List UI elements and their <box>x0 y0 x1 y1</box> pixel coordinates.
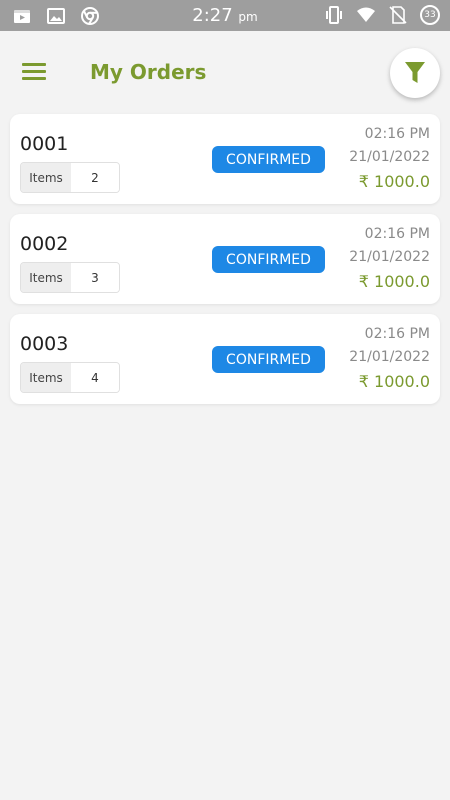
items-count-box: Items 2 <box>20 162 120 193</box>
order-id: 0001 <box>20 133 69 155</box>
battery-level: 33 <box>424 10 436 20</box>
status-badge: CONFIRMED <box>212 246 325 273</box>
order-list: 0001 Items 2 CONFIRMED 02:16 PM 21/01/20… <box>10 114 440 414</box>
filter-button[interactable] <box>390 48 440 98</box>
battery-icon: 33 <box>420 5 440 25</box>
items-count: 4 <box>71 363 119 392</box>
hamburger-icon[interactable] <box>22 61 48 83</box>
order-card[interactable]: 0003 Items 4 CONFIRMED 02:16 PM 21/01/20… <box>10 314 440 404</box>
items-count-box: Items 3 <box>20 262 120 293</box>
order-id: 0002 <box>20 233 69 255</box>
order-time: 02:16 PM <box>364 226 430 242</box>
items-count-box: Items 4 <box>20 362 120 393</box>
order-amount: ₹ 1000.0 <box>358 272 430 291</box>
no-sim-icon <box>389 6 407 24</box>
order-amount: ₹ 1000.0 <box>358 372 430 391</box>
items-label: Items <box>21 263 71 292</box>
order-date: 21/01/2022 <box>349 349 430 365</box>
status-time-value: 2:27 <box>192 5 233 26</box>
status-badge: CONFIRMED <box>212 146 325 173</box>
order-card[interactable]: 0002 Items 3 CONFIRMED 02:16 PM 21/01/20… <box>10 214 440 304</box>
app-header: My Orders <box>0 31 450 113</box>
vibrate-icon <box>326 6 342 24</box>
order-date: 21/01/2022 <box>349 249 430 265</box>
items-label: Items <box>21 163 71 192</box>
order-card[interactable]: 0001 Items 2 CONFIRMED 02:16 PM 21/01/20… <box>10 114 440 204</box>
order-id: 0003 <box>20 333 69 355</box>
wifi-icon <box>357 7 375 22</box>
order-amount: ₹ 1000.0 <box>358 172 430 191</box>
status-bar-right-icons: 33 <box>324 5 440 25</box>
filter-icon <box>405 62 425 83</box>
order-time: 02:16 PM <box>364 126 430 142</box>
status-bar: 2:27 pm 33 <box>0 0 450 31</box>
order-date: 21/01/2022 <box>349 149 430 165</box>
items-label: Items <box>21 363 71 392</box>
items-count: 3 <box>71 263 119 292</box>
order-time: 02:16 PM <box>364 326 430 342</box>
items-count: 2 <box>71 163 119 192</box>
page-title: My Orders <box>90 60 207 84</box>
status-time-ampm: pm <box>238 10 258 24</box>
status-badge: CONFIRMED <box>212 346 325 373</box>
